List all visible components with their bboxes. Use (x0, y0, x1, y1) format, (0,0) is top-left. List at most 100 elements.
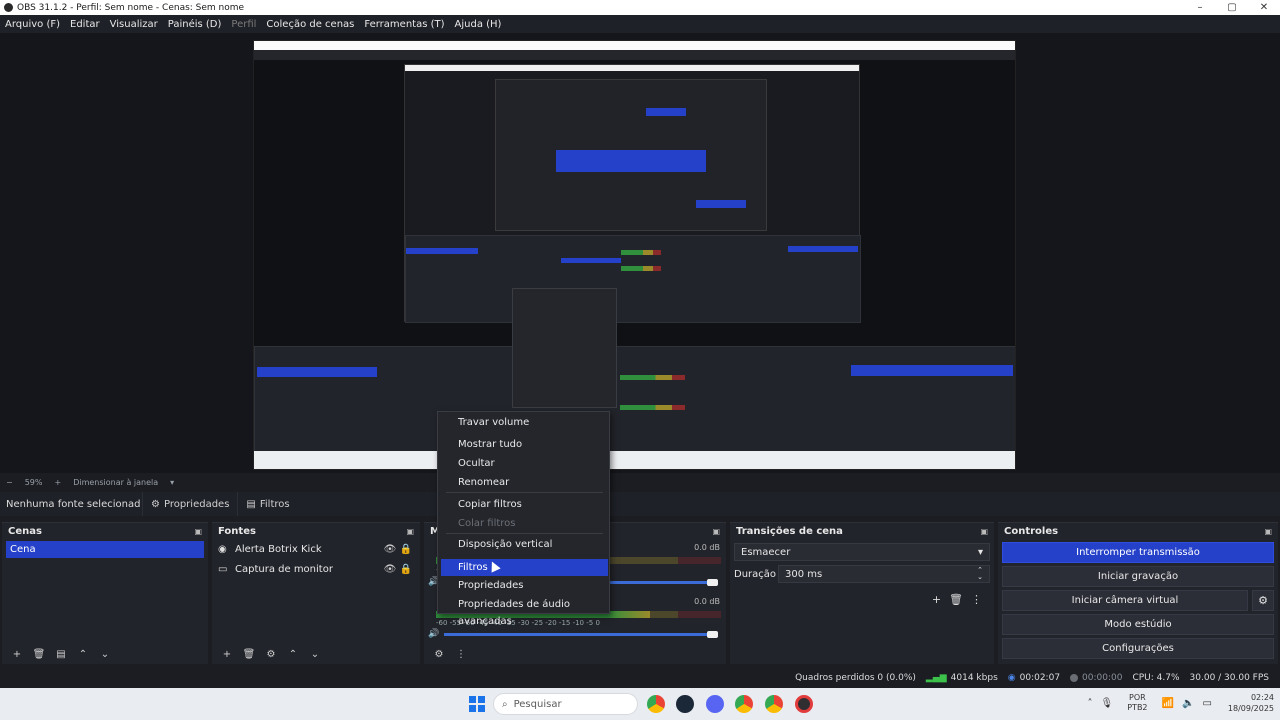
scene-item-cena[interactable]: Cena (6, 541, 204, 558)
eye-icon[interactable]: 👁 (382, 564, 398, 575)
window-titlebar: OBS 31.1.2 - Perfil: Sem nome - Cenas: S… (0, 0, 1280, 15)
source-item[interactable]: ▭ Captura de monitor 👁 🔒 (212, 559, 420, 579)
context-menu-item[interactable]: Mostrar tudo (441, 436, 608, 453)
mixer-footer: ⚙ ⋮ (424, 644, 726, 664)
channel-db: 0.0 dB (694, 597, 720, 606)
menu-perfil[interactable]: Perfil (226, 19, 261, 30)
stop-stream-button[interactable]: Interromper transmissão (1002, 542, 1274, 563)
context-menu-item[interactable]: Filtros (441, 559, 608, 576)
preview-meter-1 (620, 375, 685, 380)
undock-icon[interactable]: ▣ (1264, 527, 1272, 536)
obs-taskbar-icon[interactable] (795, 695, 813, 713)
context-menu-item[interactable]: Disposição vertical (441, 536, 608, 553)
menu-arquivo[interactable]: Arquivo (F) (0, 19, 65, 30)
menu-ferramentas[interactable]: Ferramentas (T) (359, 19, 449, 30)
add-icon[interactable]: + (8, 649, 26, 660)
context-menu-item[interactable]: Renomear (441, 474, 608, 491)
settings-button[interactable]: Configurações (1002, 638, 1274, 659)
undock-icon[interactable]: ▣ (712, 527, 720, 536)
speaker-icon[interactable]: 🔊 (428, 629, 439, 639)
properties-button[interactable]: ⚙ Propriedades (142, 492, 237, 516)
arrow-up-icon[interactable]: ⌃ (284, 649, 302, 660)
studio-mode-button[interactable]: Modo estúdio (1002, 614, 1274, 635)
filter-icon[interactable]: ▤ (52, 649, 70, 660)
menu-bar: Arquivo (F) Editar Visualizar Painéis (D… (0, 15, 1280, 33)
sources-footer: + 🗑 ⚙ ⌃ ⌄ (212, 644, 420, 664)
window-title: OBS 31.1.2 - Perfil: Sem nome - Cenas: S… (17, 2, 245, 13)
source-name: Alerta Botrix Kick (235, 543, 322, 555)
trash-icon[interactable]: 🗑 (949, 593, 963, 606)
transition-select[interactable]: Esmaecer ▾ (734, 543, 990, 561)
gear-icon: ⚙ (151, 498, 160, 510)
battery-icon[interactable]: ▭ (1202, 698, 1211, 709)
undock-icon[interactable]: ▣ (980, 527, 988, 536)
add-icon[interactable]: + (218, 649, 236, 660)
vcam-gear-icon[interactable]: ⚙ (1252, 590, 1274, 611)
volume-slider[interactable] (444, 633, 714, 636)
undock-icon[interactable]: ▣ (194, 527, 202, 536)
menu-editar[interactable]: Editar (65, 19, 105, 30)
context-menu-item[interactable]: Propriedades de áudio avançadas (441, 596, 608, 627)
lock-icon[interactable]: 🔒 (398, 544, 414, 555)
discord-icon[interactable] (706, 695, 724, 713)
chrome-profile-2-icon[interactable] (765, 695, 783, 713)
undock-icon[interactable]: ▣ (406, 527, 414, 536)
chrome-icon[interactable] (647, 695, 665, 713)
filters-button[interactable]: ▤ Filtros (237, 492, 297, 516)
preview-stream-btn (851, 365, 1013, 376)
zoom-mode[interactable]: Dimensionar à janela (67, 478, 164, 487)
chrome-profile-icon[interactable] (735, 695, 753, 713)
source-toolbar: Nenhuma fonte selecionad ⚙ Propriedades … (0, 492, 1280, 516)
menu-visualizar[interactable]: Visualizar (105, 19, 163, 30)
windows-taskbar: ⌕ Pesquisar ˄ 🎙 POR PTB2 📶 🔈 ▭ 02:24 18/… (0, 688, 1280, 720)
windows-start-icon[interactable] (469, 696, 485, 712)
volume-icon[interactable]: 🔈 (1182, 698, 1194, 709)
arrow-up-icon[interactable]: ⌃ (74, 649, 92, 660)
clock[interactable]: 02:24 18/09/2025 (1228, 692, 1274, 714)
start-vcam-button[interactable]: Iniciar câmera virtual (1002, 590, 1248, 611)
volume-knob[interactable] (707, 631, 718, 638)
maximize-icon[interactable]: ▢ (1216, 2, 1248, 13)
zoom-plus-icon[interactable]: + (48, 478, 67, 487)
zoom-dropdown-icon[interactable]: ▾ (164, 478, 180, 487)
duration-spinbox[interactable]: 300 ms ⌃ ⌄ (778, 565, 990, 583)
volume-knob[interactable] (707, 579, 718, 586)
context-menu-item[interactable]: Travar volume (441, 414, 608, 431)
language-indicator[interactable]: POR PTB2 (1127, 693, 1147, 713)
source-item[interactable]: ◉ Alerta Botrix Kick 👁 🔒 (212, 539, 420, 559)
wifi-icon[interactable]: 📶 (1162, 698, 1174, 709)
context-menu-item[interactable]: Copiar filtros (441, 496, 608, 513)
context-menu-item[interactable]: Ocultar (441, 455, 608, 472)
steam-icon[interactable] (676, 695, 694, 713)
menu-ajuda[interactable]: Ajuda (H) (450, 19, 507, 30)
preview-nested-title (405, 65, 859, 71)
gear-icon[interactable]: ⚙ (262, 649, 280, 660)
chevron-up-icon[interactable]: ˄ (1088, 698, 1093, 709)
zoom-minus-icon[interactable]: − (0, 478, 19, 487)
more-icon[interactable]: ⋮ (971, 593, 982, 606)
eye-icon[interactable]: 👁 (382, 544, 398, 555)
menu-paineis[interactable]: Painéis (D) (163, 19, 227, 30)
more-icon[interactable]: ⋮ (452, 649, 470, 660)
preview-docks (254, 346, 1015, 456)
lock-icon[interactable]: 🔒 (398, 564, 414, 575)
context-menu-item[interactable]: Propriedades (441, 577, 608, 594)
microphone-icon[interactable]: 🎙 (1101, 698, 1114, 709)
arrow-down-icon[interactable]: ⌄ (306, 649, 324, 660)
obs-logo-icon (4, 3, 13, 12)
preview-canvas[interactable] (253, 40, 1016, 470)
arrow-down-icon[interactable]: ⌄ (96, 649, 114, 660)
context-menu-separator (446, 492, 603, 493)
source-name: Captura de monitor (235, 563, 333, 575)
gear-icon[interactable]: ⚙ (430, 649, 448, 660)
add-icon[interactable]: + (932, 593, 941, 606)
trash-icon[interactable]: 🗑 (240, 649, 258, 660)
spin-arrows-icon[interactable]: ⌃ ⌄ (977, 567, 983, 581)
menu-colecao-cenas[interactable]: Coleção de cenas (261, 19, 359, 30)
close-icon[interactable]: ✕ (1248, 2, 1280, 13)
trash-icon[interactable]: 🗑 (30, 649, 48, 660)
minimize-icon[interactable]: – (1184, 2, 1216, 13)
preview-nested-blue-2 (556, 150, 706, 172)
taskbar-search[interactable]: ⌕ Pesquisar (493, 693, 638, 715)
start-record-button[interactable]: Iniciar gravação (1002, 566, 1274, 587)
